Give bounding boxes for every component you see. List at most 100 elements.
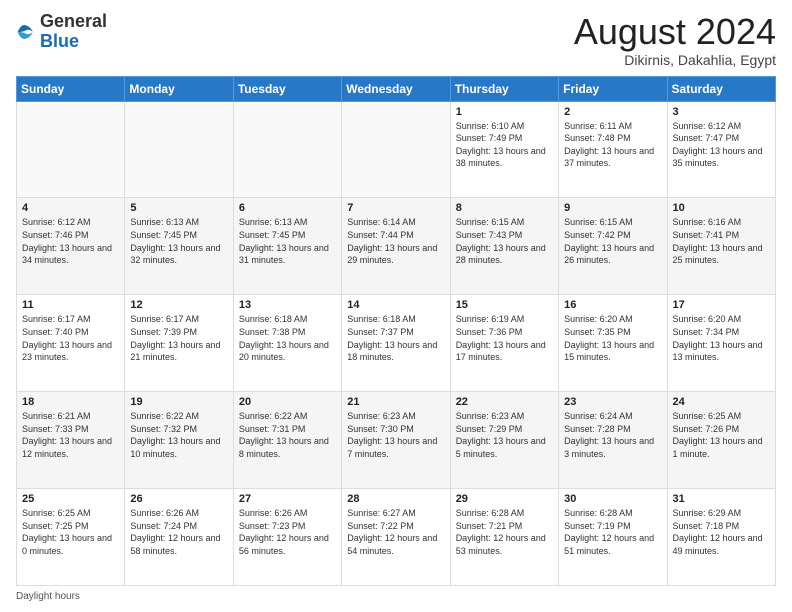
day-info: Sunrise: 6:10 AMSunset: 7:49 PMDaylight:…	[456, 120, 553, 170]
day-number: 24	[673, 396, 770, 408]
day-info: Sunrise: 6:11 AMSunset: 7:48 PMDaylight:…	[564, 120, 661, 170]
day-cell: 17 Sunrise: 6:20 AMSunset: 7:34 PMDayligh…	[667, 295, 775, 392]
day-info: Sunrise: 6:19 AMSunset: 7:36 PMDaylight:…	[456, 313, 553, 363]
logo-blue-text: Blue	[40, 31, 79, 51]
day-cell: 28 Sunrise: 6:27 AMSunset: 7:22 PMDayligh…	[342, 489, 450, 586]
day-number: 15	[456, 299, 553, 311]
day-cell: 4Sunrise: 6:12 AMSunset: 7:46 PMDaylight…	[17, 198, 125, 295]
day-info: Sunrise: 6:17 AMSunset: 7:40 PMDaylight:…	[22, 313, 119, 363]
day-cell	[233, 101, 341, 198]
day-cell: 26Sunrise: 6:26 AMSunset: 7:24 PMDayligh…	[125, 489, 233, 586]
day-cell: 22 Sunrise: 6:23 AMSunset: 7:29 PMDayligh…	[450, 392, 558, 489]
day-number: 2	[564, 106, 661, 118]
day-info: Sunrise: 6:20 AMSunset: 7:34 PMDaylight:…	[673, 313, 770, 363]
day-info: Sunrise: 6:22 AMSunset: 7:32 PMDaylight:…	[130, 410, 227, 460]
main-title: August 2024	[574, 12, 776, 52]
day-cell: 25 Sunrise: 6:25 AMSunset: 7:25 PMDayligh…	[17, 489, 125, 586]
logo-general-text: General	[40, 11, 107, 31]
week-row-3: 11Sunrise: 6:17 AMSunset: 7:40 PMDayligh…	[17, 295, 776, 392]
day-cell: 18 Sunrise: 6:21 AMSunset: 7:33 PMDayligh…	[17, 392, 125, 489]
day-header-sunday: Sunday	[17, 76, 125, 101]
day-number: 19	[130, 396, 227, 408]
day-number: 28	[347, 493, 444, 505]
day-cell: 15 Sunrise: 6:19 AMSunset: 7:36 PMDayligh…	[450, 295, 558, 392]
day-info: Sunrise: 6:27 AMSunset: 7:22 PMDaylight:…	[347, 507, 444, 557]
day-cell	[125, 101, 233, 198]
day-info: Sunrise: 6:17 AMSunset: 7:39 PMDaylight:…	[130, 313, 227, 363]
day-info: Sunrise: 6:13 AMSunset: 7:45 PMDaylight:…	[239, 216, 336, 266]
day-info: Sunrise: 6:18 AMSunset: 7:37 PMDaylight:…	[347, 313, 444, 363]
day-info: Sunrise: 6:23 AMSunset: 7:29 PMDaylight:…	[456, 410, 553, 460]
day-info: Sunrise: 6:25 AMSunset: 7:25 PMDaylight:…	[22, 507, 119, 557]
day-header-monday: Monday	[125, 76, 233, 101]
day-number: 29	[456, 493, 553, 505]
day-cell: 7 Sunrise: 6:14 AMSunset: 7:44 PMDaylight…	[342, 198, 450, 295]
day-cell: 10 Sunrise: 6:16 AMSunset: 7:41 PMDayligh…	[667, 198, 775, 295]
day-number: 8	[456, 202, 553, 214]
day-cell: 13Sunrise: 6:18 AMSunset: 7:38 PMDayligh…	[233, 295, 341, 392]
day-cell: 2 Sunrise: 6:11 AMSunset: 7:48 PMDaylight…	[559, 101, 667, 198]
day-cell: 20 Sunrise: 6:22 AMSunset: 7:31 PMDayligh…	[233, 392, 341, 489]
day-number: 9	[564, 202, 661, 214]
day-info: Sunrise: 6:12 AMSunset: 7:47 PMDaylight:…	[673, 120, 770, 170]
day-info: Sunrise: 6:28 AMSunset: 7:21 PMDaylight:…	[456, 507, 553, 557]
day-cell: 5Sunrise: 6:13 AMSunset: 7:45 PMDaylight…	[125, 198, 233, 295]
day-cell: 29 Sunrise: 6:28 AMSunset: 7:21 PMDayligh…	[450, 489, 558, 586]
logo-icon	[16, 22, 36, 42]
day-number: 1	[456, 106, 553, 118]
header: General Blue August 2024 Dikirnis, Dakah…	[16, 12, 776, 68]
day-number: 7	[347, 202, 444, 214]
day-number: 17	[673, 299, 770, 311]
day-number: 18	[22, 396, 119, 408]
day-info: Sunrise: 6:28 AMSunset: 7:19 PMDaylight:…	[564, 507, 661, 557]
days-header-row: SundayMondayTuesdayWednesdayThursdayFrid…	[17, 76, 776, 101]
day-cell: 11Sunrise: 6:17 AMSunset: 7:40 PMDayligh…	[17, 295, 125, 392]
day-cell: 23Sunrise: 6:24 AMSunset: 7:28 PMDayligh…	[559, 392, 667, 489]
day-info: Sunrise: 6:16 AMSunset: 7:41 PMDaylight:…	[673, 216, 770, 266]
day-info: Sunrise: 6:20 AMSunset: 7:35 PMDaylight:…	[564, 313, 661, 363]
title-block: August 2024 Dikirnis, Dakahlia, Egypt	[574, 12, 776, 68]
day-number: 4	[22, 202, 119, 214]
calendar-header: SundayMondayTuesdayWednesdayThursdayFrid…	[17, 76, 776, 101]
day-cell: 24Sunrise: 6:25 AMSunset: 7:26 PMDayligh…	[667, 392, 775, 489]
day-info: Sunrise: 6:26 AMSunset: 7:23 PMDaylight:…	[239, 507, 336, 557]
day-cell: 12 Sunrise: 6:17 AMSunset: 7:39 PMDayligh…	[125, 295, 233, 392]
day-number: 12	[130, 299, 227, 311]
day-number: 14	[347, 299, 444, 311]
week-row-4: 18 Sunrise: 6:21 AMSunset: 7:33 PMDayligh…	[17, 392, 776, 489]
day-number: 25	[22, 493, 119, 505]
daylight-label: Daylight hours	[16, 591, 80, 602]
day-number: 16	[564, 299, 661, 311]
footer: Daylight hours	[16, 591, 776, 602]
calendar-body: 1 Sunrise: 6:10 AMSunset: 7:49 PMDaylight…	[17, 101, 776, 585]
day-number: 27	[239, 493, 336, 505]
logo: General Blue	[16, 12, 107, 52]
day-info: Sunrise: 6:15 AMSunset: 7:43 PMDaylight:…	[456, 216, 553, 266]
day-cell: 6 Sunrise: 6:13 AMSunset: 7:45 PMDaylight…	[233, 198, 341, 295]
day-header-wednesday: Wednesday	[342, 76, 450, 101]
day-number: 22	[456, 396, 553, 408]
day-cell: 3Sunrise: 6:12 AMSunset: 7:47 PMDaylight…	[667, 101, 775, 198]
day-info: Sunrise: 6:24 AMSunset: 7:28 PMDaylight:…	[564, 410, 661, 460]
day-number: 20	[239, 396, 336, 408]
day-header-friday: Friday	[559, 76, 667, 101]
day-cell: 14 Sunrise: 6:18 AMSunset: 7:37 PMDayligh…	[342, 295, 450, 392]
day-number: 5	[130, 202, 227, 214]
day-info: Sunrise: 6:14 AMSunset: 7:44 PMDaylight:…	[347, 216, 444, 266]
day-cell: 1 Sunrise: 6:10 AMSunset: 7:49 PMDaylight…	[450, 101, 558, 198]
day-number: 10	[673, 202, 770, 214]
day-cell: 27 Sunrise: 6:26 AMSunset: 7:23 PMDayligh…	[233, 489, 341, 586]
day-info: Sunrise: 6:21 AMSunset: 7:33 PMDaylight:…	[22, 410, 119, 460]
day-cell: 16 Sunrise: 6:20 AMSunset: 7:35 PMDayligh…	[559, 295, 667, 392]
day-number: 26	[130, 493, 227, 505]
day-number: 31	[673, 493, 770, 505]
day-header-saturday: Saturday	[667, 76, 775, 101]
calendar-table: SundayMondayTuesdayWednesdayThursdayFrid…	[16, 76, 776, 586]
day-number: 6	[239, 202, 336, 214]
page: General Blue August 2024 Dikirnis, Dakah…	[0, 0, 792, 612]
day-cell: 30Sunrise: 6:28 AMSunset: 7:19 PMDayligh…	[559, 489, 667, 586]
week-row-1: 1 Sunrise: 6:10 AMSunset: 7:49 PMDaylight…	[17, 101, 776, 198]
day-info: Sunrise: 6:22 AMSunset: 7:31 PMDaylight:…	[239, 410, 336, 460]
day-info: Sunrise: 6:23 AMSunset: 7:30 PMDaylight:…	[347, 410, 444, 460]
day-cell: 8 Sunrise: 6:15 AMSunset: 7:43 PMDaylight…	[450, 198, 558, 295]
